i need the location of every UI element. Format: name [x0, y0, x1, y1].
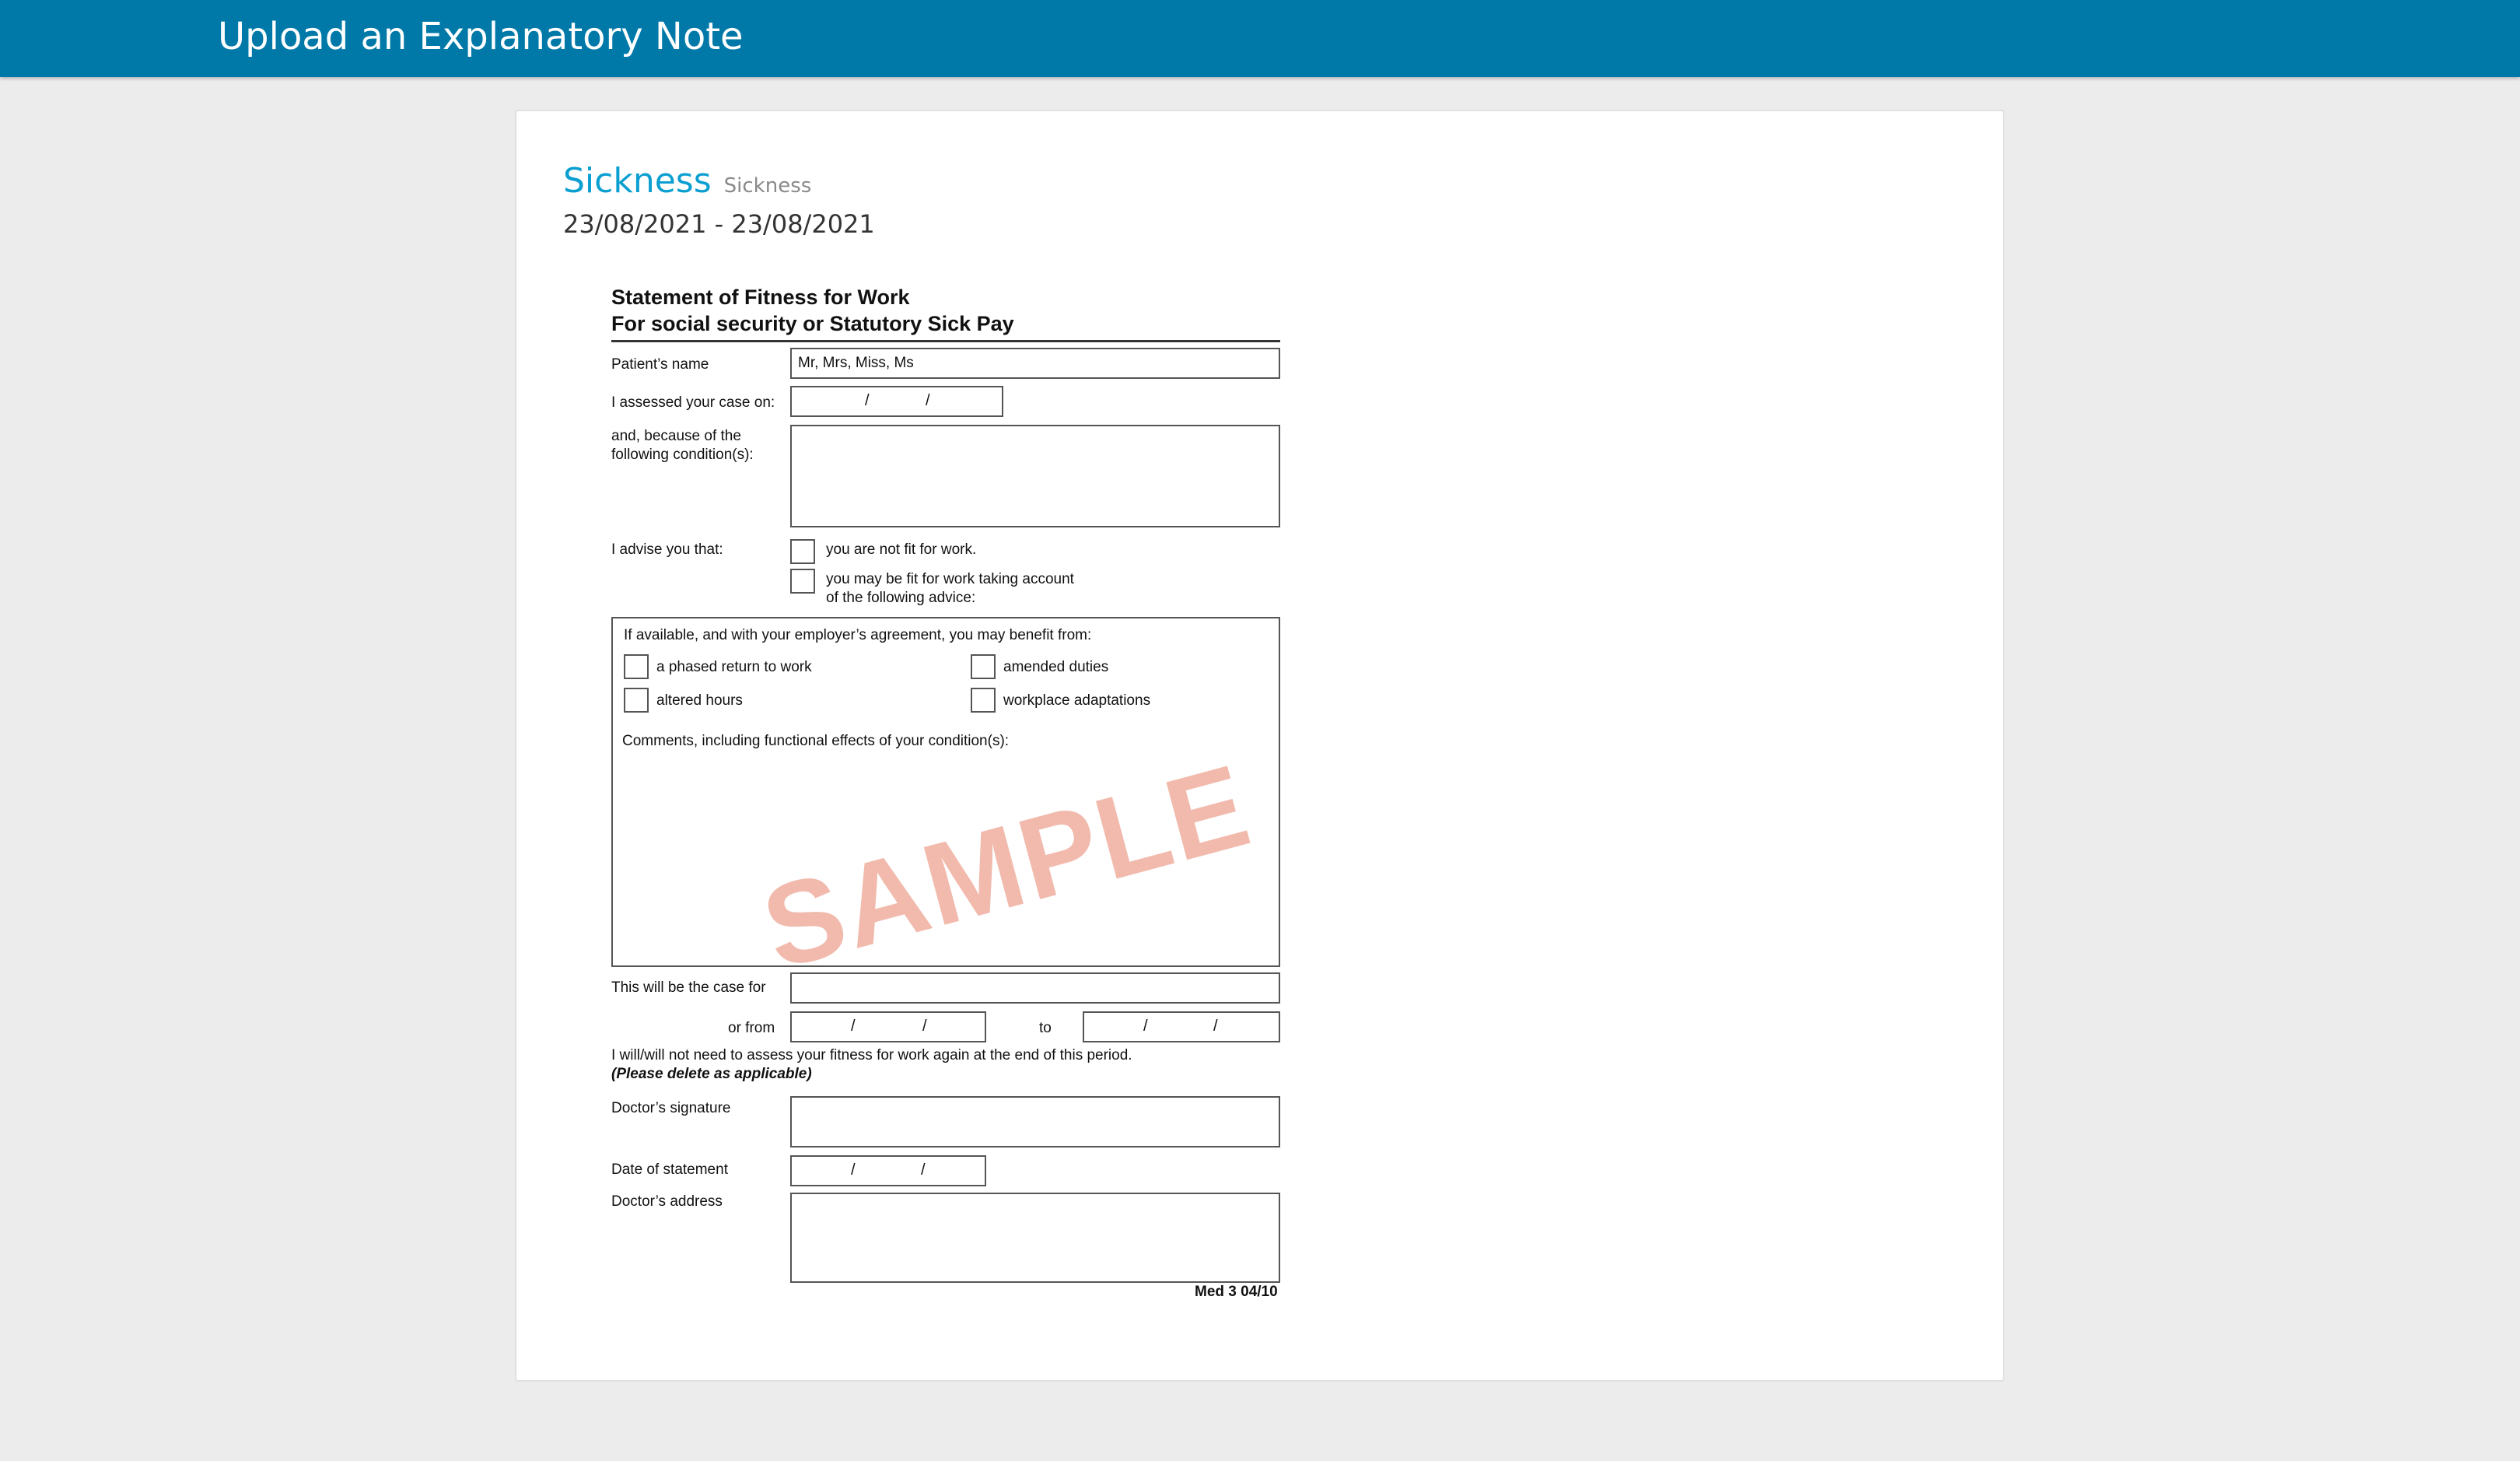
date-slash: /	[1143, 1018, 1148, 1035]
patient-name-box: Mr, Mrs, Miss, Ms	[790, 348, 1280, 379]
comments-label: Comments, including functional effects o…	[622, 733, 1010, 749]
date-slash: /	[851, 1161, 856, 1179]
note-date-range: 23/08/2021 - 23/08/2021	[563, 209, 875, 239]
form-title-divider	[611, 340, 1280, 342]
date-slash: /	[926, 392, 930, 409]
page-title: Upload an Explanatory Note	[218, 15, 744, 58]
date-slash: /	[1213, 1018, 1218, 1035]
phased-return-label: a phased return to work	[656, 659, 812, 675]
altered-hours-checkbox	[624, 688, 649, 713]
assessed-label: I assessed your case on:	[611, 394, 775, 411]
doctor-address-box	[790, 1193, 1280, 1283]
case-for-label: This will be the case for	[611, 979, 766, 996]
form-code: Med 3 04/10	[1195, 1284, 1278, 1300]
workplace-adaptations-label: workplace adaptations	[1003, 692, 1151, 709]
date-of-statement-box: / /	[790, 1155, 986, 1186]
to-date-box: / /	[1083, 1011, 1280, 1042]
assess-again-text: I will/will not need to assess your fitn…	[611, 1047, 1132, 1063]
signature-label: Doctor’s signature	[611, 1100, 731, 1116]
case-for-box	[790, 972, 1280, 1004]
altered-hours-label: altered hours	[656, 692, 743, 709]
to-label: to	[1039, 1020, 1052, 1036]
or-from-label: or from	[728, 1020, 775, 1036]
phased-return-checkbox	[624, 654, 649, 679]
note-subtitle: Sickness	[723, 174, 812, 198]
not-fit-option: you are not fit for work.	[826, 541, 977, 558]
date-of-statement-label: Date of statement	[611, 1161, 728, 1178]
patient-name-label: Patient’s name	[611, 356, 709, 373]
date-slash: /	[922, 1018, 927, 1035]
date-slash: /	[851, 1018, 856, 1035]
from-date-box: / /	[790, 1011, 986, 1042]
form-title-line2: For social security or Statutory Sick Pa…	[611, 312, 1014, 335]
patient-name-value: Mr, Mrs, Miss, Ms	[798, 355, 914, 371]
note-title: Sickness	[563, 161, 712, 201]
note-title-row: Sickness Sickness	[563, 161, 811, 201]
date-slash: /	[921, 1161, 926, 1179]
benefit-intro: If available, and with your employer’s a…	[624, 627, 1092, 643]
fit-note-document-image[interactable]: Statement of Fitness for Work For social…	[610, 284, 1280, 1300]
conditions-label-line2: following condition(s):	[611, 447, 754, 463]
top-header-bar: Upload an Explanatory Note	[0, 0, 2520, 77]
workplace-adaptations-checkbox	[971, 688, 996, 713]
not-fit-checkbox	[790, 539, 815, 564]
advise-label: I advise you that:	[611, 541, 723, 558]
date-slash: /	[865, 392, 870, 409]
please-delete-note: (Please delete as applicable)	[611, 1066, 812, 1082]
may-be-fit-checkbox	[790, 569, 815, 594]
amended-duties-label: amended duties	[1003, 659, 1109, 675]
doctor-address-label: Doctor’s address	[611, 1193, 723, 1210]
form-title-line1: Statement of Fitness for Work	[611, 286, 910, 309]
assessed-date-box: / /	[790, 386, 1003, 417]
amended-duties-checkbox	[971, 654, 996, 679]
may-be-fit-option-line1: you may be fit for work taking account	[826, 571, 1074, 587]
conditions-box	[790, 425, 1280, 527]
may-be-fit-option-line2: of the following advice:	[826, 590, 976, 606]
note-card: Sickness Sickness 23/08/2021 - 23/08/2021…	[515, 110, 2004, 1382]
conditions-label-line1: and, because of the	[611, 428, 741, 444]
signature-box	[790, 1096, 1280, 1147]
